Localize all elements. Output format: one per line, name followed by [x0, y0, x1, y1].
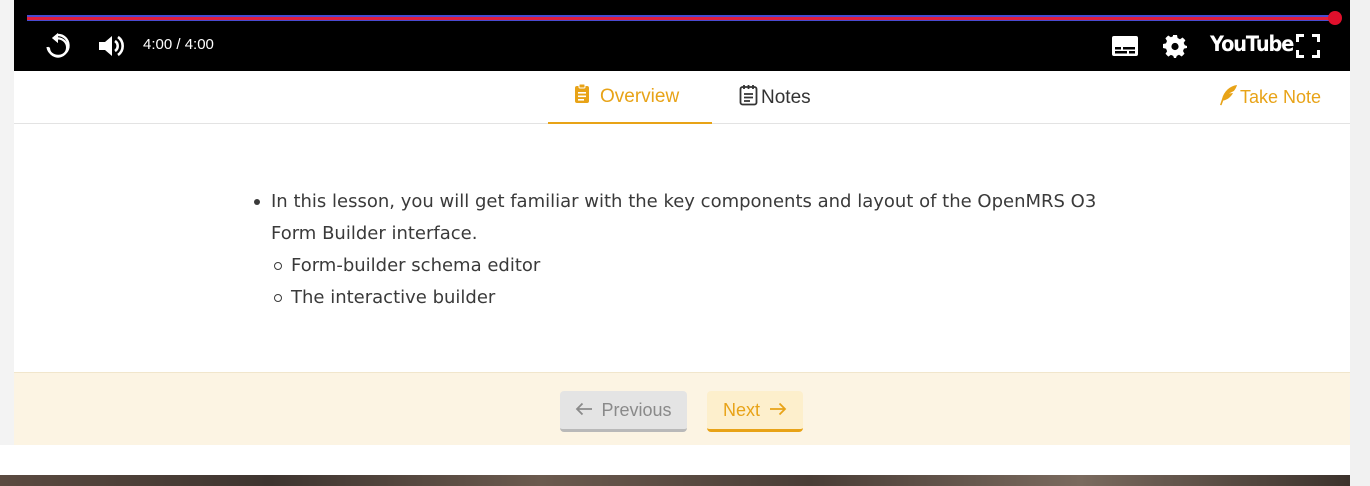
volume-icon[interactable]	[96, 32, 126, 60]
tab-overview[interactable]: Overview	[548, 71, 712, 124]
lesson-navigation-footer: Previous Next	[14, 372, 1350, 445]
progress-fill	[27, 17, 1335, 20]
scrollbar[interactable]	[1350, 0, 1370, 382]
tabs-bar: Overview Notes Take Note	[14, 71, 1350, 124]
sub-item-text: The interactive builder	[291, 287, 496, 308]
sub-list-item: The interactive builder	[254, 282, 1114, 314]
progress-knob[interactable]	[1328, 11, 1342, 25]
list-item: In this lesson, you will get familiar wi…	[254, 186, 1114, 250]
sub-list-item: Form-builder schema editor	[254, 250, 1114, 282]
next-button[interactable]: Next	[707, 391, 803, 432]
notepad-icon	[739, 84, 758, 112]
feather-icon	[1218, 84, 1238, 111]
youtube-logo[interactable]: YouTube	[1210, 32, 1294, 56]
bullet-text-line1: In this lesson, you will get familiar wi…	[271, 191, 1097, 212]
background-image-strip	[0, 475, 1350, 486]
tab-overview-label: Overview	[600, 85, 680, 107]
fullscreen-icon[interactable]	[1295, 34, 1321, 58]
sub-item-text: Form-builder schema editor	[291, 255, 541, 276]
bullet-text-line2: Form Builder interface.	[271, 223, 478, 244]
overview-content: In this lesson, you will get familiar wi…	[254, 186, 1114, 314]
sub-bullet-circle	[274, 294, 282, 302]
sub-bullet-circle	[274, 262, 282, 270]
previous-button[interactable]: Previous	[560, 391, 687, 432]
left-gutter	[0, 0, 14, 445]
time-display: 4:00 / 4:00	[143, 36, 214, 53]
take-note-label: Take Note	[1240, 87, 1322, 107]
settings-gear-icon[interactable]	[1161, 33, 1189, 59]
tab-notes[interactable]: Notes	[739, 71, 811, 124]
previous-label: Previous	[601, 399, 672, 420]
replay-icon[interactable]	[44, 31, 72, 61]
next-label: Next	[722, 399, 760, 420]
subtitles-icon[interactable]	[1111, 35, 1139, 57]
clipboard-icon	[575, 83, 589, 109]
arrow-right-icon	[769, 400, 787, 421]
arrow-left-icon	[575, 400, 593, 421]
tab-notes-label: Notes	[761, 86, 811, 108]
bullet-dot	[254, 199, 260, 205]
take-note-button[interactable]: Take Note	[1218, 71, 1321, 124]
video-player-controls: 4:00 / 4:00 YouTube	[14, 0, 1350, 71]
